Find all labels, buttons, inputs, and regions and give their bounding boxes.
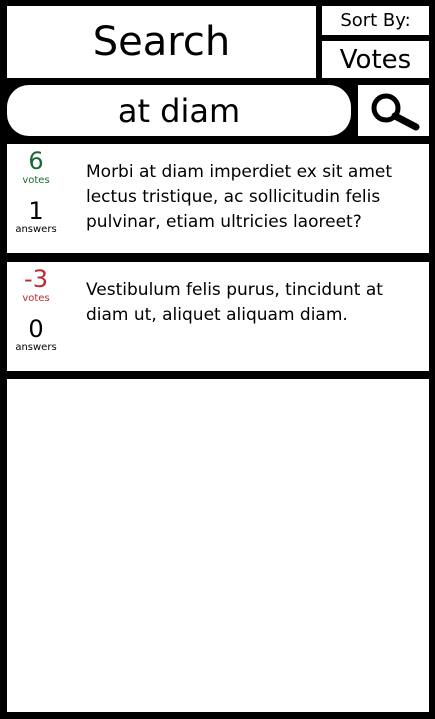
question-title[interactable]: Morbi at diam imperdiet ex sit amet lect… <box>86 160 420 235</box>
search-button[interactable] <box>358 85 429 136</box>
question-title[interactable]: Vestibulum felis purus, tincidunt at dia… <box>86 278 420 328</box>
votes-label: votes <box>22 175 50 186</box>
sort-select[interactable]: Votes <box>322 41 429 78</box>
answer-count: 0 <box>28 315 44 343</box>
question-item[interactable]: -3 votes 0 answers Vestibulum felis puru… <box>7 262 429 371</box>
vote-count: -3 <box>24 265 48 293</box>
answers-label: answers <box>15 342 57 353</box>
vote-count: 6 <box>28 147 44 175</box>
search-input[interactable]: at diam <box>7 85 351 136</box>
page-title: Search <box>7 6 316 78</box>
answers-label: answers <box>15 224 57 235</box>
results-empty-area <box>7 379 429 712</box>
sort-by-label: Sort By: <box>322 6 429 35</box>
votes-label: votes <box>22 293 50 304</box>
search-icon <box>371 93 419 130</box>
answer-count: 1 <box>28 197 44 225</box>
question-item[interactable]: 6 votes 1 answers Morbi at diam imperdie… <box>7 144 429 253</box>
